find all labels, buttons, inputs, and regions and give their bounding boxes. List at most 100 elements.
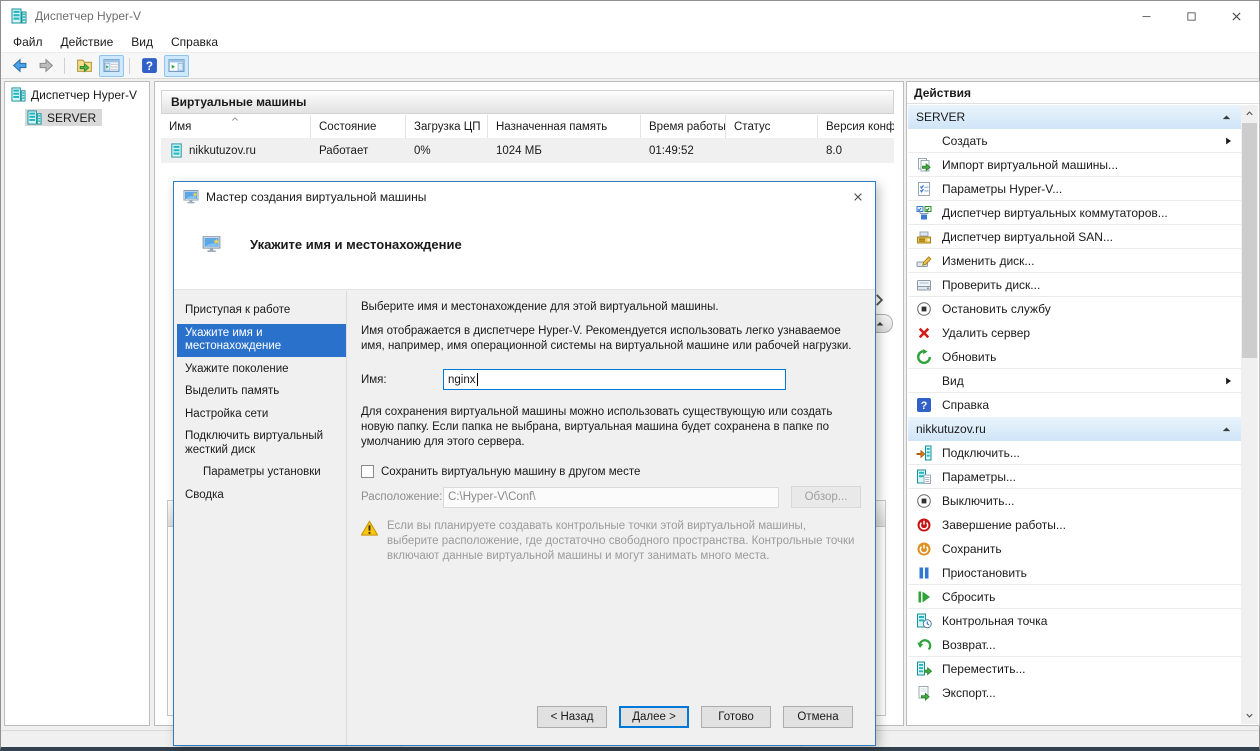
column-header[interactable]: Состояние xyxy=(311,115,406,138)
wizard-nav-item[interactable]: Укажите имя и местонахождение xyxy=(177,324,346,357)
action-item[interactable]: Сбросить xyxy=(908,585,1241,609)
column-header[interactable]: Назначенная память xyxy=(488,115,641,138)
action-item[interactable]: Приостановить xyxy=(908,561,1241,585)
scrollbar-thumb[interactable] xyxy=(1242,123,1257,358)
column-header[interactable]: Загрузка ЦП xyxy=(406,115,488,138)
window-title: Диспетчер Hyper-V xyxy=(35,9,141,23)
column-header[interactable]: Статус xyxy=(726,115,818,138)
tree-root-label: Диспетчер Hyper-V xyxy=(31,88,137,102)
wizard-nav-item[interactable]: Приступая к работе xyxy=(177,301,346,321)
toolbar-button[interactable] xyxy=(72,55,97,77)
back-button[interactable]: < Назад xyxy=(537,706,607,728)
column-header[interactable]: Время работы xyxy=(641,115,726,138)
help-icon: ? xyxy=(141,57,158,74)
cancel-button[interactable]: Отмена xyxy=(783,706,853,728)
tree-server-label: SERVER xyxy=(47,111,96,125)
wizard-folder-hint: Для сохранения виртуальной машины можно … xyxy=(361,405,861,450)
toolbar: ? xyxy=(1,52,1259,79)
minimize-button[interactable] xyxy=(1124,1,1169,31)
window-titlebar: Диспетчер Hyper-V xyxy=(1,1,1259,31)
action-item[interactable]: Переместить... xyxy=(908,657,1241,681)
vm-cell: 1024 МБ xyxy=(488,145,641,157)
close-icon xyxy=(852,191,864,203)
close-icon xyxy=(1230,10,1243,23)
wizard-titlebar: Мастер создания виртуальной машины xyxy=(174,182,875,212)
action-pane-icon xyxy=(168,57,185,74)
scrollbar-down-button[interactable] xyxy=(1241,707,1258,724)
action-item[interactable]: Сохранить xyxy=(908,537,1241,561)
menu-item[interactable]: Справка xyxy=(162,33,227,51)
menubar: ФайлДействиеВидСправка xyxy=(1,31,1259,52)
action-item[interactable]: Создать xyxy=(908,129,1241,153)
tree-item-server[interactable]: SERVER xyxy=(21,107,149,128)
action-item[interactable]: Параметры Hyper-V... xyxy=(908,177,1241,201)
wizard-nav-item[interactable]: Выделить память xyxy=(177,382,346,402)
toolbar-button[interactable]: ? xyxy=(137,55,162,77)
column-header[interactable]: Версия конфигурации xyxy=(818,115,894,138)
action-item[interactable]: Изменить диск... xyxy=(908,249,1241,273)
vm-icon xyxy=(169,143,184,158)
toolbar-button[interactable] xyxy=(99,55,124,77)
action-item[interactable]: Диспетчер виртуальных коммутаторов... xyxy=(908,201,1241,225)
action-item[interactable]: Удалить сервер xyxy=(908,321,1241,345)
export-icon xyxy=(916,685,932,701)
action-item[interactable]: Остановить службу xyxy=(908,297,1241,321)
hyperv-icon xyxy=(11,87,26,102)
toolbar-button[interactable] xyxy=(7,55,32,77)
action-item[interactable]: Завершение работы... xyxy=(908,513,1241,537)
next-button[interactable]: Далее > xyxy=(619,706,689,728)
action-item[interactable]: Возврат... xyxy=(908,633,1241,657)
console-tree-icon xyxy=(103,57,120,74)
action-item[interactable]: Импорт виртуальной машины... xyxy=(908,153,1241,177)
name-input[interactable]: nginx xyxy=(443,369,786,390)
sort-asc-icon xyxy=(229,113,241,125)
finish-button[interactable]: Готово xyxy=(701,706,771,728)
action-item[interactable]: Обновить xyxy=(908,345,1241,369)
action-item[interactable]: Вид xyxy=(908,369,1241,393)
save-state-icon xyxy=(916,541,932,557)
tree-item-root[interactable]: Диспетчер Hyper-V xyxy=(5,84,149,105)
action-item[interactable]: Выключить... xyxy=(908,489,1241,513)
store-elsewhere-checkbox[interactable] xyxy=(361,465,374,478)
vm-table-row[interactable]: nikkutuzov.ruРаботает0%1024 МБ01:49:528.… xyxy=(161,139,894,163)
wizard-nav-item[interactable]: Подключить виртуальный жесткий диск xyxy=(177,427,346,460)
navigation-tree-panel: Диспетчер Hyper-V SERVER xyxy=(4,81,150,726)
wizard-close-button[interactable] xyxy=(841,182,875,212)
export-folder-icon xyxy=(76,57,93,74)
action-item[interactable]: Контрольная точка xyxy=(908,609,1241,633)
toolbar-button[interactable] xyxy=(164,55,189,77)
text-caret xyxy=(477,373,478,386)
toolbar-button[interactable] xyxy=(34,55,59,77)
move-icon xyxy=(916,661,932,677)
action-item[interactable]: Параметры... xyxy=(908,465,1241,489)
scroll-down-icon xyxy=(1244,710,1255,721)
collapse-icon xyxy=(1220,423,1233,436)
close-button[interactable] xyxy=(1214,1,1259,31)
settings-doc-icon xyxy=(916,181,932,197)
action-item[interactable]: Экспорт... xyxy=(908,681,1241,705)
action-item[interactable]: Проверить диск... xyxy=(908,273,1241,297)
actions-scrollbar[interactable] xyxy=(1241,105,1258,724)
actions-panel-title: Действия xyxy=(907,82,1259,104)
menu-item[interactable]: Вид xyxy=(122,33,162,51)
scrollbar-up-button[interactable] xyxy=(1241,105,1258,122)
maximize-icon xyxy=(1185,10,1198,23)
action-item[interactable]: ? Справка xyxy=(908,393,1241,417)
inspect-disk-icon xyxy=(916,277,932,293)
actions-section-server: Создать Импорт виртуальной машины... Пар… xyxy=(908,129,1241,417)
wizard-nav-item[interactable]: Сводка xyxy=(177,486,346,506)
actions-section-header-server[interactable]: SERVER xyxy=(908,105,1241,129)
actions-panel: Действия SERVER Создать Импорт виртуальн… xyxy=(906,81,1260,726)
actions-section-header-vm[interactable]: nikkutuzov.ru xyxy=(908,417,1241,441)
edit-disk-icon xyxy=(916,253,932,269)
revert-icon xyxy=(916,637,932,653)
action-item[interactable]: Диспетчер виртуальной SAN... xyxy=(908,225,1241,249)
menu-item[interactable]: Действие xyxy=(52,33,123,51)
wizard-nav-item[interactable]: Параметры установки xyxy=(177,463,346,483)
wizard-name-hint: Имя отображается в диспетчере Hyper-V. Р… xyxy=(361,324,861,354)
wizard-nav-item[interactable]: Настройка сети xyxy=(177,405,346,425)
wizard-nav-item[interactable]: Укажите поколение xyxy=(177,360,346,380)
action-item[interactable]: Подключить... xyxy=(908,441,1241,465)
menu-item[interactable]: Файл xyxy=(4,33,52,51)
maximize-button[interactable] xyxy=(1169,1,1214,31)
